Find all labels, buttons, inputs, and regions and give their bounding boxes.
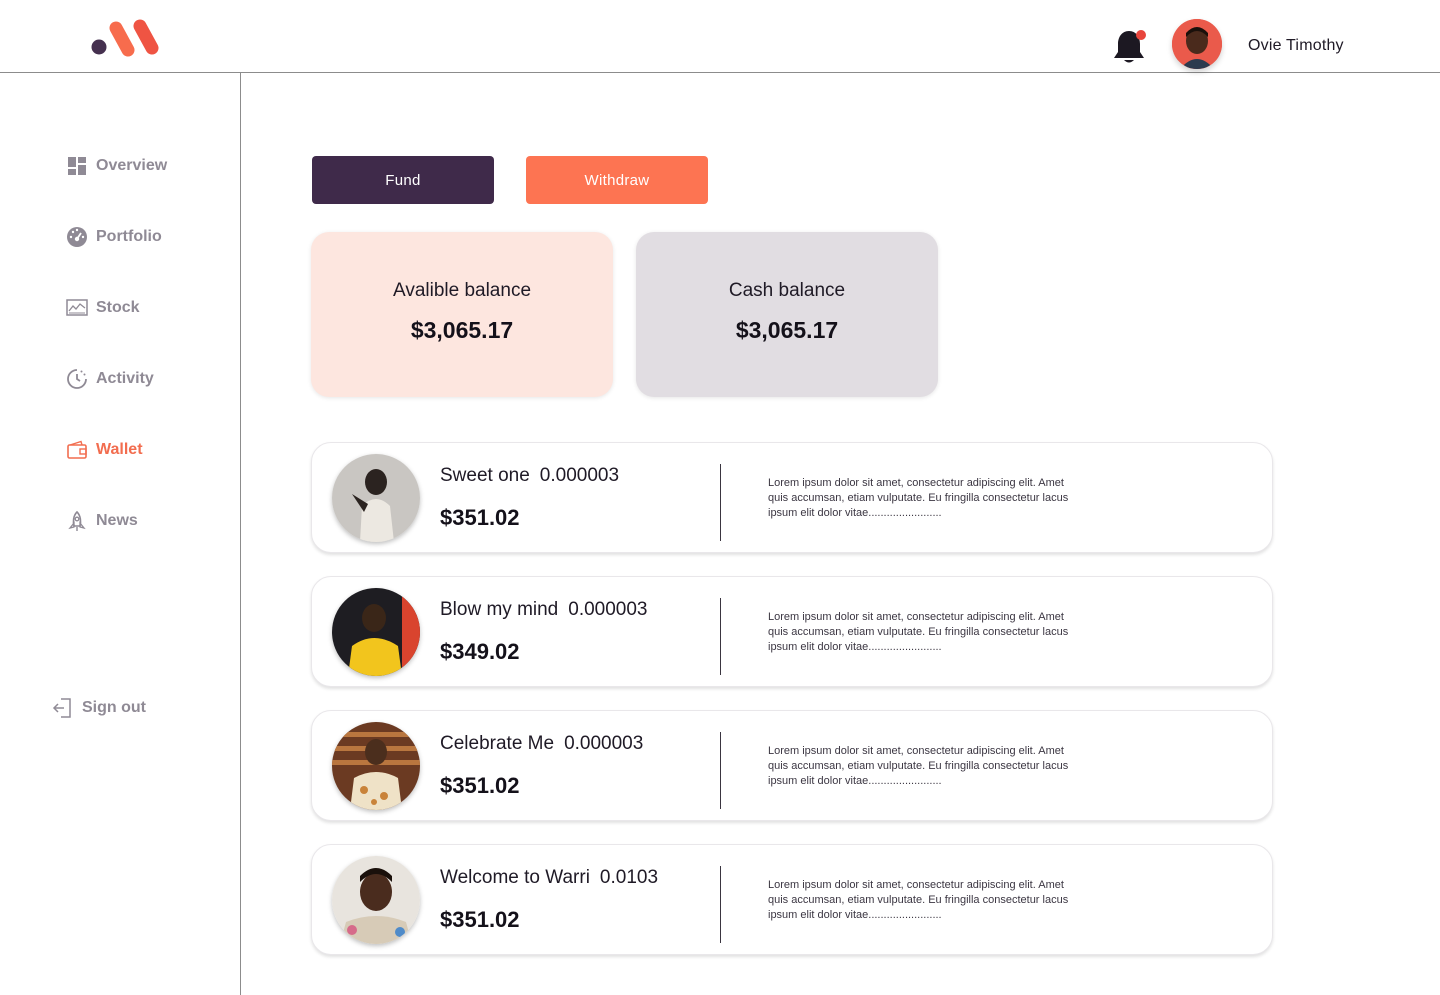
artist-photo xyxy=(332,722,420,810)
song-description: Lorem ipsum dolor sit amet, consectetur … xyxy=(768,477,1069,519)
song-row[interactable]: Blow my mind 0.000003 $349.02 Lorem ipsum… xyxy=(311,576,1273,687)
sidebar-item-label: Wallet xyxy=(96,441,143,458)
available-balance-label: Avalible balance xyxy=(392,280,532,301)
song-amount: 0.000003 xyxy=(539,465,620,486)
available-balance-value: $3,065.17 xyxy=(410,317,514,343)
song-title-line: Welcome to Warri 0.0103 xyxy=(440,867,658,889)
song-row[interactable]: Welcome to Warri 0.0103 $351.02 Lorem ips… xyxy=(311,844,1273,955)
row-divider xyxy=(720,598,721,675)
wallet-icon xyxy=(66,439,88,461)
row-divider xyxy=(720,464,721,541)
song-row[interactable]: Sweet one 0.000003 $351.02 Lorem ipsum do… xyxy=(311,442,1273,553)
song-description: Lorem ipsum dolor sit amet, consectetur … xyxy=(768,611,1069,653)
artist-photo xyxy=(332,588,420,676)
cash-balance-label: Cash balance xyxy=(728,280,846,301)
dashboard-gauge-icon xyxy=(66,226,88,248)
withdraw-button[interactable]: Withdraw xyxy=(526,156,708,204)
cash-balance-value: $3,065.17 xyxy=(735,317,839,343)
notification-bell-icon[interactable] xyxy=(1110,28,1148,68)
song-title: Sweet one xyxy=(440,465,530,486)
sidebar-item-label: Overview xyxy=(96,157,168,174)
chart-screen-icon xyxy=(66,297,88,319)
song-title-line: Blow my mind 0.000003 xyxy=(440,599,648,621)
song-price: $351.02 xyxy=(440,773,520,798)
song-price: $351.02 xyxy=(440,907,520,932)
sidebar-item-news[interactable]: News xyxy=(66,509,138,533)
song-amount: 0.000003 xyxy=(564,733,644,754)
available-balance-card: Avalible balance $3,065.17 xyxy=(311,232,613,397)
sidebar-item-wallet[interactable]: Wallet xyxy=(66,438,143,462)
sidebar-item-overview[interactable]: Overview xyxy=(66,154,167,178)
song-title-line: Sweet one 0.000003 xyxy=(440,465,619,487)
artist-photo xyxy=(332,454,420,542)
song-amount: 0.000003 xyxy=(568,599,648,620)
signout-label: Sign out xyxy=(82,699,146,716)
clock-icon xyxy=(66,368,88,390)
sidebar: Overview Portfolio Stock Activity Wallet… xyxy=(0,73,241,995)
cash-balance-card: Cash balance $3,065.17 xyxy=(636,232,938,397)
song-title: Welcome to Warri xyxy=(440,867,590,888)
grid-icon xyxy=(66,155,88,177)
song-description: Lorem ipsum dolor sit amet, consectetur … xyxy=(768,745,1069,787)
row-divider xyxy=(720,866,721,943)
user-avatar[interactable] xyxy=(1172,19,1222,69)
song-title: Celebrate Me xyxy=(440,733,555,754)
fund-button[interactable]: Fund xyxy=(312,156,494,204)
signout-button[interactable]: Sign out xyxy=(52,696,146,720)
song-title-line: Celebrate Me 0.000003 xyxy=(440,733,643,755)
notification-dot xyxy=(1136,30,1146,40)
top-header: Ovie Timothy xyxy=(0,0,1440,73)
sidebar-item-stock[interactable]: Stock xyxy=(66,296,140,320)
row-divider xyxy=(720,732,721,809)
sidebar-item-label: News xyxy=(96,512,138,529)
sidebar-item-portfolio[interactable]: Portfolio xyxy=(66,225,162,249)
artist-photo xyxy=(332,856,420,944)
user-name[interactable]: Ovie Timothy xyxy=(1248,37,1344,55)
sidebar-item-label: Portfolio xyxy=(96,228,162,245)
song-description: Lorem ipsum dolor sit amet, consectetur … xyxy=(768,879,1069,921)
brand-logo[interactable] xyxy=(88,16,164,60)
sidebar-item-label: Stock xyxy=(96,299,140,316)
song-price: $351.02 xyxy=(440,505,520,530)
song-row[interactable]: Celebrate Me 0.000003 $351.02 Lorem ipsum… xyxy=(311,710,1273,821)
sidebar-item-activity[interactable]: Activity xyxy=(66,367,154,391)
rocket-icon xyxy=(66,510,88,532)
sidebar-item-label: Activity xyxy=(96,370,154,387)
song-price: $349.02 xyxy=(440,639,520,664)
signout-icon xyxy=(52,697,74,719)
song-amount: 0.0103 xyxy=(599,867,659,888)
song-title: Blow my mind xyxy=(440,599,559,620)
